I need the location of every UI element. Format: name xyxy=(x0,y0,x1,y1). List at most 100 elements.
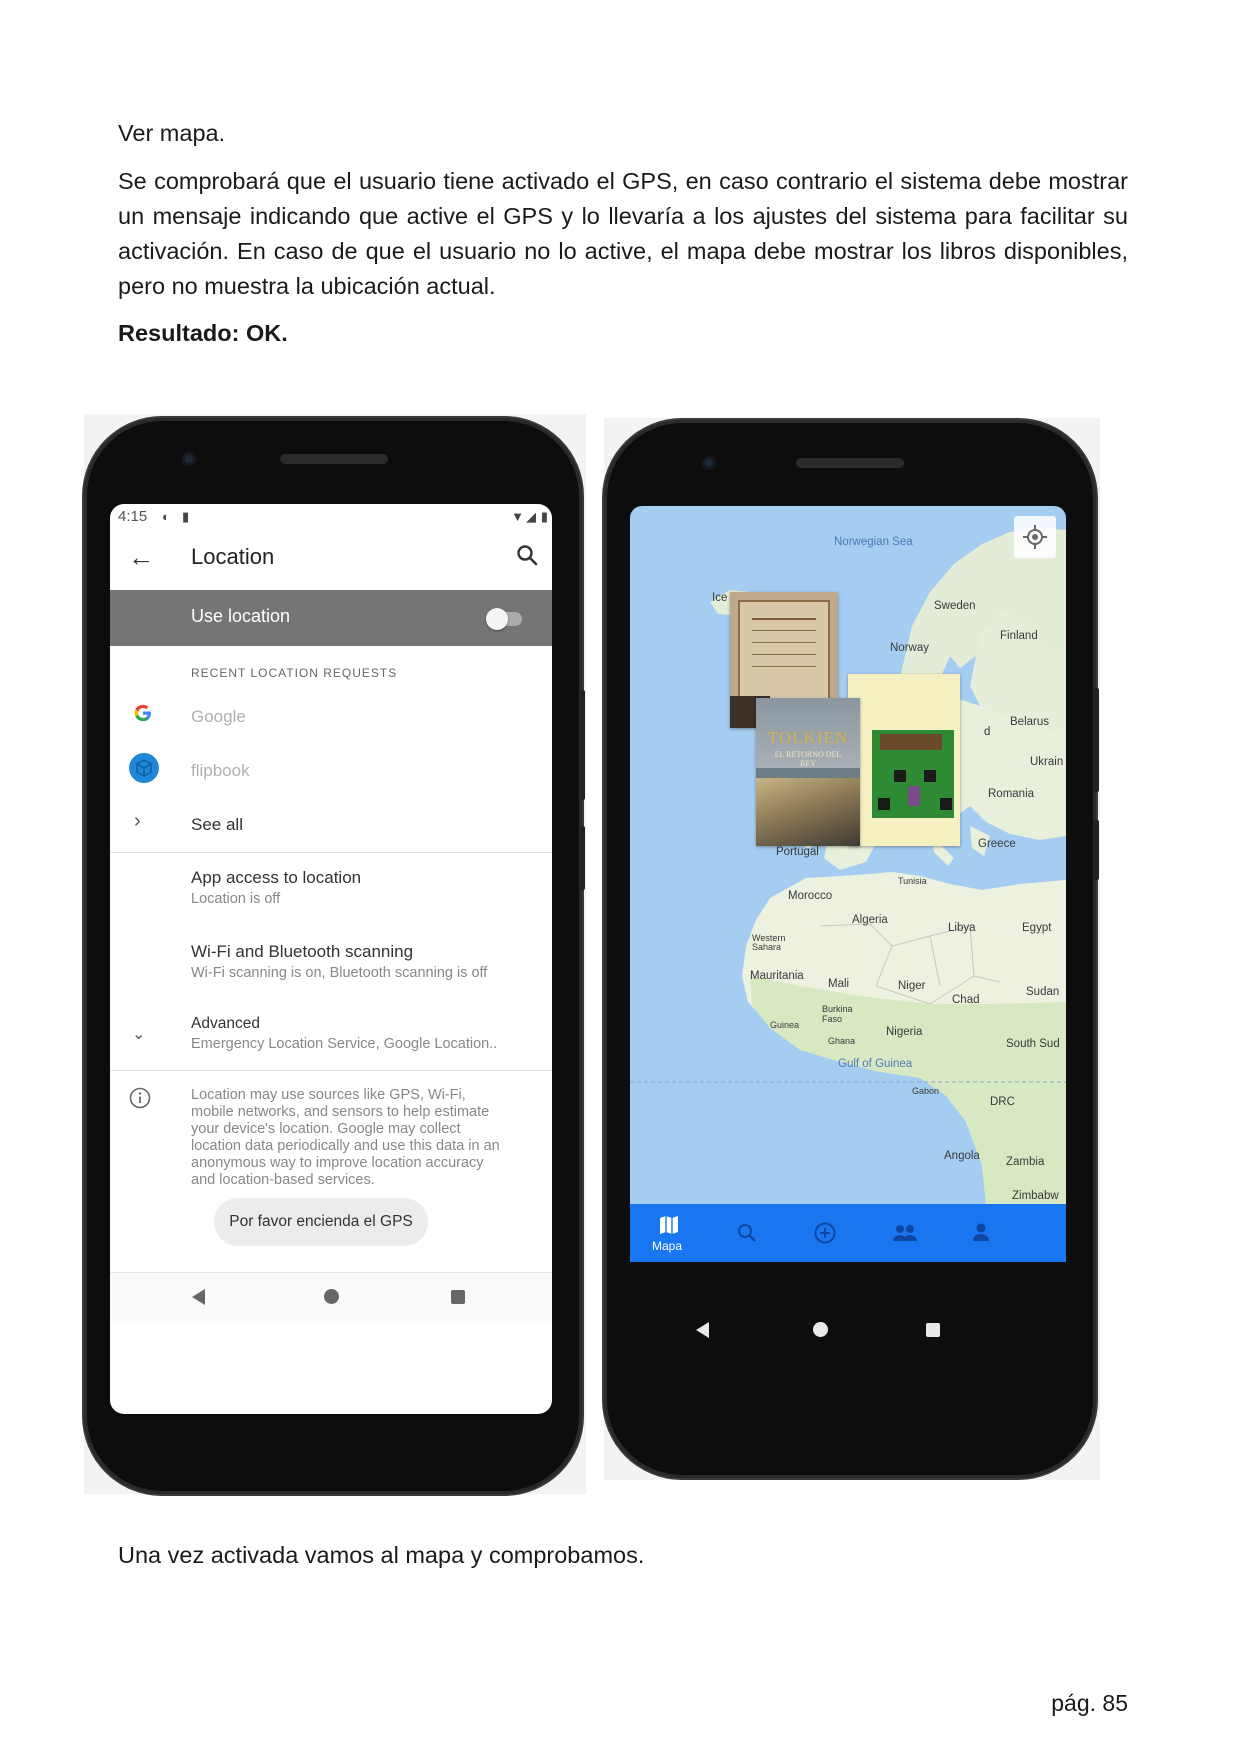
toggle-knob[interactable] xyxy=(486,608,508,630)
nav-recents-icon[interactable] xyxy=(926,1323,940,1337)
book-marker-pixel-art[interactable] xyxy=(848,674,960,846)
map-label: Ukrain xyxy=(1030,756,1064,768)
map-view[interactable]: Norwegian Sea Ice Sweden Finland Norway … xyxy=(630,506,1066,1204)
earpiece-speaker xyxy=(796,458,904,468)
scanning-subtitle: Wi-Fi scanning is on, Bluetooth scanning… xyxy=(191,965,488,981)
gps-toast: Por favor encienda el GPS xyxy=(214,1198,428,1246)
map-label: Gabon xyxy=(912,1086,940,1096)
front-camera xyxy=(702,456,716,470)
map-label: Belarus xyxy=(1010,716,1049,728)
divider xyxy=(110,1070,552,1071)
map-label: Mauritania xyxy=(750,970,804,982)
nav-recents-icon[interactable] xyxy=(451,1290,465,1304)
flipbook-icon xyxy=(128,752,160,789)
map-label: Niger xyxy=(898,980,926,992)
battery-icon: ▮ xyxy=(540,509,548,524)
nav-home-icon[interactable] xyxy=(324,1289,339,1304)
use-location-row[interactable]: Use location xyxy=(110,590,552,646)
volume-button xyxy=(1094,688,1099,792)
search-icon[interactable] xyxy=(516,544,538,571)
use-location-label: Use location xyxy=(191,606,291,626)
map-label: d xyxy=(984,726,991,738)
search-icon[interactable] xyxy=(736,1222,758,1244)
map-label: Portugal xyxy=(776,846,819,858)
map-label: Morocco xyxy=(788,890,833,902)
front-camera xyxy=(182,452,196,466)
map-label: Burkina Faso xyxy=(822,1004,853,1024)
map-label: Mali xyxy=(828,978,850,990)
recent-app-google[interactable]: Google xyxy=(191,707,246,727)
back-arrow-icon[interactable]: ← xyxy=(128,542,154,573)
status-bar: 4:15 ◐ ▮ ▼ ◢ ▮ xyxy=(110,504,552,530)
bottom-navigation: Mapa xyxy=(630,1204,1066,1262)
sd-card-icon: ▮ xyxy=(182,509,190,524)
power-button xyxy=(1094,820,1099,880)
chevron-right-icon: › xyxy=(134,810,141,832)
map-label: Finland xyxy=(1000,630,1038,642)
map-label: Zambia xyxy=(1006,1156,1045,1168)
scanning-title[interactable]: Wi-Fi and Bluetooth scanning xyxy=(191,942,413,962)
map-label: Zimbabw xyxy=(1012,1190,1059,1202)
map-label: Norway xyxy=(890,642,929,654)
map-label: Greece xyxy=(978,838,1016,850)
location-info-text: Location may use sources like GPS, Wi-Fi… xyxy=(191,1087,500,1188)
divider xyxy=(110,852,552,853)
map-label: Libya xyxy=(948,922,976,934)
wifi-icon: ▼ xyxy=(511,509,524,524)
map-label: Algeria xyxy=(852,914,888,926)
map-label: Egypt xyxy=(1022,922,1052,934)
map-icon[interactable] xyxy=(658,1214,680,1236)
page-number: pág. 85 xyxy=(1051,1690,1128,1716)
result-line: Resultado: OK. xyxy=(118,320,288,346)
recent-requests-header: RECENT LOCATION REQUESTS xyxy=(191,666,398,680)
map-label: Chad xyxy=(952,994,980,1006)
my-location-button[interactable] xyxy=(1014,516,1056,558)
book-title-tolkien: TOLKIEN xyxy=(767,728,849,747)
recent-app-flipbook[interactable]: flipbook xyxy=(191,761,250,781)
body-paragraph: Se comprobará que el usuario tiene activ… xyxy=(118,168,1128,299)
advanced-title[interactable]: Advanced xyxy=(191,1015,260,1033)
earpiece-speaker xyxy=(280,454,388,464)
status-app-icon: ◐ xyxy=(162,509,170,524)
nav-map-label[interactable]: Mapa xyxy=(652,1239,682,1253)
map-label: Sudan xyxy=(1026,986,1060,998)
chevron-down-icon[interactable]: ⌄ xyxy=(132,1024,145,1044)
crosshair-icon xyxy=(1023,525,1047,549)
book-subtitle-retorno: EL RETORNO DEL REY xyxy=(774,750,842,768)
page-title: Location xyxy=(191,544,275,569)
nav-home-icon[interactable] xyxy=(813,1322,828,1337)
status-time: 4:15 xyxy=(118,508,148,525)
app-bar: ← Location xyxy=(110,530,552,586)
app-access-subtitle: Location is off xyxy=(191,891,281,907)
nav-back-icon[interactable] xyxy=(696,1322,709,1338)
signal-icon: ◢ xyxy=(526,509,536,524)
app-access-title[interactable]: App access to location xyxy=(191,868,361,888)
volume-button xyxy=(580,690,585,800)
group-icon[interactable] xyxy=(892,1222,918,1244)
map-label: DRC xyxy=(990,1096,1015,1108)
settings-screen: 4:15 ◐ ▮ ▼ ◢ ▮ ← Location Use location R… xyxy=(110,504,552,1414)
power-button xyxy=(580,826,585,890)
nav-back-icon[interactable] xyxy=(192,1289,205,1305)
info-icon xyxy=(129,1087,151,1114)
map-label: Ghana xyxy=(828,1036,856,1046)
map-label: Nigeria xyxy=(886,1026,923,1038)
map-label: Ice xyxy=(712,592,728,604)
add-circle-icon[interactable] xyxy=(813,1221,837,1245)
map-label: Western Sahara xyxy=(752,933,786,952)
section-heading: Ver mapa. xyxy=(118,120,226,146)
map-label: Tunisia xyxy=(898,876,927,886)
see-all-link[interactable]: See all xyxy=(191,815,243,835)
person-icon[interactable] xyxy=(970,1221,992,1243)
map-label: Guinea xyxy=(770,1020,800,1030)
map-label: Angola xyxy=(944,1150,980,1162)
advanced-subtitle: Emergency Location Service, Google Locat… xyxy=(191,1036,498,1052)
map-app-screen: Norwegian Sea Ice Sweden Finland Norway … xyxy=(630,506,1066,1262)
phone-frame-right: Norwegian Sea Ice Sweden Finland Norway … xyxy=(604,420,1099,1478)
map-label: Norwegian Sea xyxy=(834,536,913,548)
phone-frame-left: 4:15 ◐ ▮ ▼ ◢ ▮ ← Location Use location R… xyxy=(84,418,585,1494)
caption: Una vez activada vamos al mapa y comprob… xyxy=(118,1542,645,1568)
google-icon xyxy=(128,698,158,733)
map-label: Romania xyxy=(988,788,1035,800)
book-marker-tolkien[interactable]: TOLKIEN EL RETORNO DEL REY xyxy=(756,698,860,846)
